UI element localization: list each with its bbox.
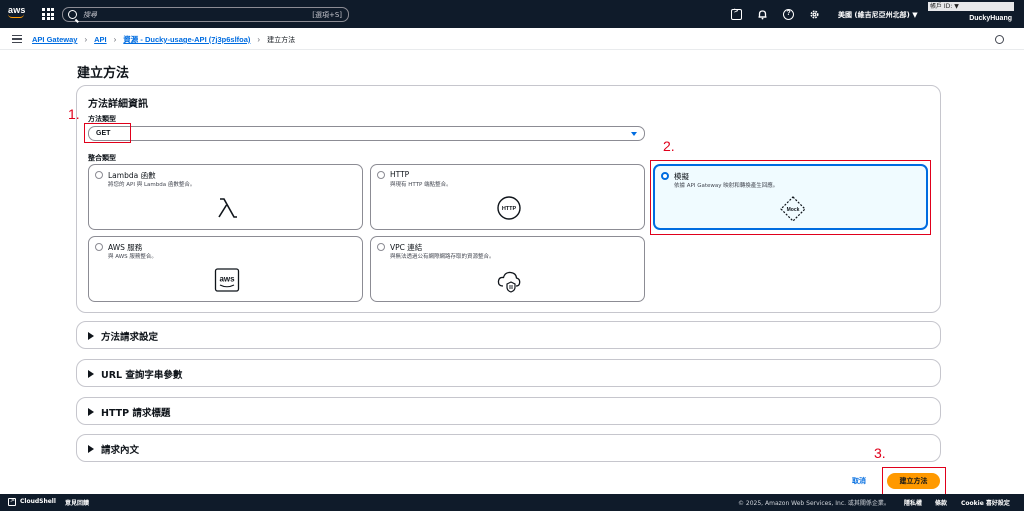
page-title: 建立方法 (77, 66, 130, 81)
breadcrumb-bar: API Gateway › API › 資源 - Ducky-usage-API… (0, 28, 1024, 50)
caret-right-icon (88, 445, 94, 453)
menu-hamburger-icon[interactable] (12, 35, 22, 43)
cloudshell-icon[interactable] (8, 497, 16, 506)
footer-cookie-preferences[interactable]: Cookie 喜好設定 (961, 498, 1010, 507)
option-title: HTTP (390, 170, 410, 179)
option-description: 與 AWS 服務整合。 (108, 254, 157, 260)
accordion-url-query-string[interactable]: URL 查詢字串參數 (76, 359, 941, 387)
search-bar[interactable]: [選項+S] (62, 7, 349, 22)
footer: CloudShell 意見回饋 © 2025, Amazon Web Servi… (0, 494, 1024, 511)
aws-icon-text: aws (219, 275, 235, 284)
radio-button[interactable] (377, 243, 385, 251)
annotation-number: 2. (663, 138, 675, 154)
aws-logo-text: aws (8, 5, 26, 15)
search-input[interactable] (83, 10, 303, 19)
integration-option-lambda[interactable]: Lambda 函數 將您的 API 與 Lambda 函數整合。 (88, 164, 363, 230)
top-navigation: aws [選項+S] ? 美國 (維吉尼亞州北部) ▼ 帳戶 ID: ▼ Duc… (0, 0, 1024, 28)
option-description: 將您的 API 與 Lambda 函數整合。 (108, 182, 196, 188)
lambda-icon (214, 195, 240, 221)
chevron-right-icon: › (257, 35, 261, 44)
option-description: 與現有 HTTP 端點整合。 (390, 182, 452, 188)
vpc-link-icon (496, 267, 522, 293)
footer-terms[interactable]: 條款 (935, 498, 947, 507)
http-icon-text: HTTP (502, 206, 517, 212)
search-icon (68, 10, 77, 19)
chevron-right-icon: › (84, 35, 88, 44)
method-type-select[interactable]: GET (88, 126, 645, 141)
accordion-http-request-headers[interactable]: HTTP 請求標題 (76, 397, 941, 425)
integration-option-aws-service[interactable]: AWS 服務 與 AWS 服務整合。 aws (88, 236, 363, 302)
accordion-label: HTTP 請求標題 (101, 408, 171, 419)
breadcrumb: API Gateway › API › 資源 - Ducky-usage-API… (32, 34, 295, 45)
radio-button[interactable] (95, 171, 103, 179)
caret-right-icon (88, 370, 94, 378)
breadcrumb-api[interactable]: API (94, 35, 107, 44)
integration-type-label: 整合類型 (88, 154, 116, 162)
notifications-bell-icon[interactable] (757, 9, 768, 20)
help-icon[interactable]: ? (783, 9, 794, 20)
caret-right-icon (88, 408, 94, 416)
username[interactable]: DuckyHuang (969, 15, 1012, 22)
caret-down-icon (631, 132, 637, 136)
annotation-box (84, 123, 131, 143)
annotation-box (882, 467, 946, 495)
settings-gear-icon[interactable] (809, 9, 820, 20)
accordion-label: 方法請求設定 (101, 332, 159, 343)
panel-title: 方法詳細資訊 (88, 99, 148, 110)
breadcrumb-api-gateway[interactable]: API Gateway (32, 35, 77, 44)
aws-logo[interactable]: aws (8, 6, 28, 22)
accordion-label: URL 查詢字串參數 (101, 370, 183, 381)
integration-option-vpc-link[interactable]: VPC 連結 與無法透過公有網際網路存取的資源整合。 (370, 236, 645, 302)
accordion-request-body[interactable]: 請求內文 (76, 434, 941, 462)
aws-service-icon: aws (214, 267, 240, 293)
annotation-box (650, 160, 931, 235)
region-selector[interactable]: 美國 (維吉尼亞州北部) ▼ (838, 10, 918, 20)
footer-copyright: © 2025, Amazon Web Services, Inc. 或其關係企業… (738, 500, 890, 507)
footer-feedback[interactable]: 意見回饋 (65, 498, 89, 507)
accordion-method-request-settings[interactable]: 方法請求設定 (76, 321, 941, 349)
account-id[interactable]: 帳戶 ID: ▼ (928, 2, 1014, 11)
annotation-number: 3. (874, 445, 886, 461)
option-description: 與無法透過公有網際網路存取的資源整合。 (390, 254, 495, 260)
chevron-right-icon: › (113, 35, 117, 44)
timezone-icon[interactable] (995, 35, 1004, 44)
breadcrumb-resources[interactable]: 資源 - Ducky-usage-API (7j3p6slfoa) (123, 34, 250, 45)
services-grid-icon[interactable] (42, 8, 54, 20)
cloudshell-icon[interactable] (731, 8, 742, 20)
radio-button[interactable] (95, 243, 103, 251)
integration-option-http[interactable]: HTTP 與現有 HTTP 端點整合。 HTTP (370, 164, 645, 230)
accordion-label: 請求內文 (101, 445, 140, 456)
caret-right-icon (88, 332, 94, 340)
breadcrumb-current: 建立方法 (267, 35, 296, 44)
search-shortcut: [選項+S] (312, 11, 342, 19)
footer-cloudshell[interactable]: CloudShell (20, 498, 56, 505)
footer-privacy[interactable]: 隱私權 (904, 498, 922, 507)
cancel-button[interactable]: 取消 (852, 476, 866, 486)
http-icon: HTTP (496, 195, 522, 221)
radio-button[interactable] (377, 171, 385, 179)
annotation-number: 1. (68, 106, 80, 122)
